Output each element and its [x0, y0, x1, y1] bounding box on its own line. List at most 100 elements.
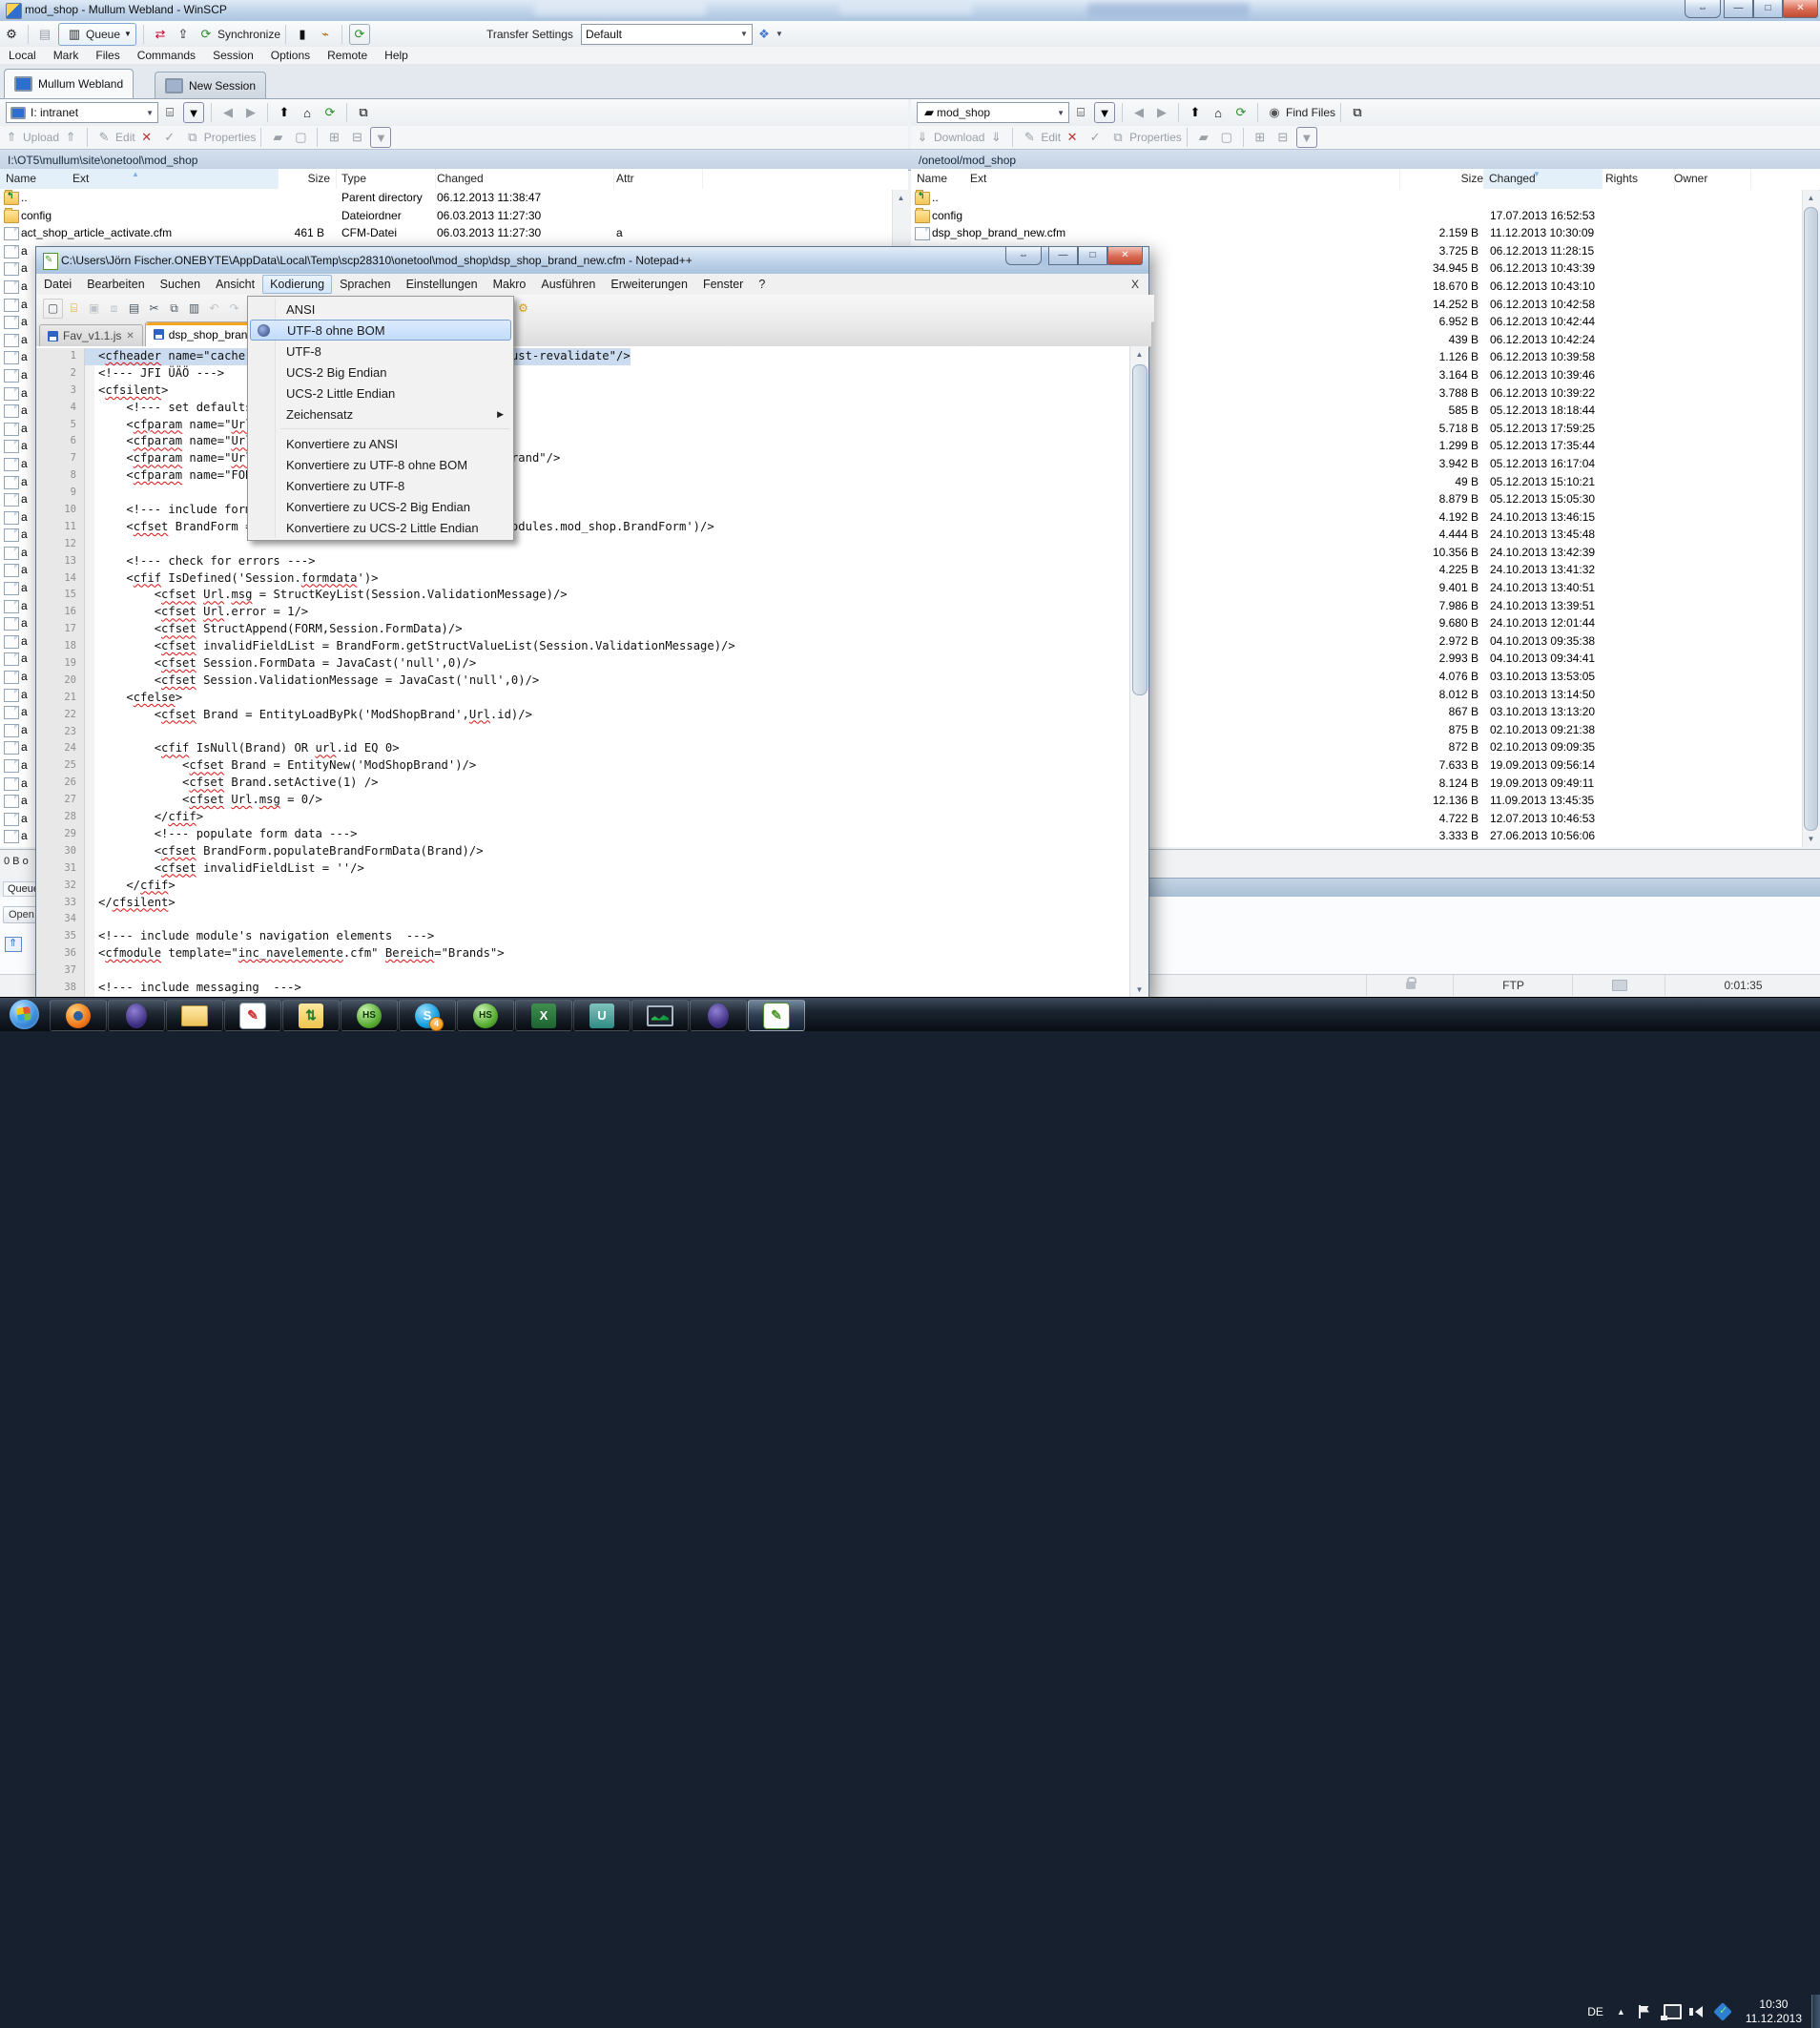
file-row[interactable]: configDateiordner06.03.2013 11:27:30	[0, 208, 892, 226]
code-line[interactable]: 26 <cfset Brand.setActive(1) />	[36, 775, 1129, 792]
forward-icon[interactable]	[1152, 103, 1171, 122]
scroll-up-icon[interactable]: ▲	[893, 190, 909, 206]
taskbar-button-skype[interactable]: S4	[399, 1000, 456, 1031]
chevron-down-icon[interactable]: ▼	[734, 30, 748, 38]
selection-filter-icon[interactable]	[1296, 127, 1317, 148]
menu-fenster[interactable]: Fenster	[695, 275, 751, 294]
chevron-down-icon[interactable]: ▼	[140, 109, 154, 117]
delete-icon[interactable]	[137, 128, 156, 147]
code-line[interactable]: 1<cfheader name="cache-control" value="n…	[36, 348, 1129, 365]
refresh-icon[interactable]	[1231, 103, 1251, 122]
close-button[interactable]: ✕	[1783, 0, 1818, 18]
code-line[interactable]: 7 <cfparam name="Url.navBereich" type="s…	[36, 450, 1129, 467]
maximize-button[interactable]: □	[1078, 247, 1107, 265]
preferences-icon[interactable]	[2, 25, 21, 44]
transfer-settings-combobox[interactable]: Default ▼	[581, 24, 753, 45]
menu-local[interactable]: Local	[0, 48, 45, 63]
scrollbar-thumb[interactable]	[1132, 364, 1148, 695]
file-row[interactable]: dsp_shop_brand_new.cfm2.159 B11.12.2013 …	[911, 225, 1802, 243]
edit-icon[interactable]	[1020, 128, 1039, 147]
code-line[interactable]: 12	[36, 536, 1129, 553]
encoding-item[interactable]: Konvertiere zu ANSI	[250, 433, 511, 454]
selection-filter-icon[interactable]	[370, 127, 391, 148]
sync-icon[interactable]	[196, 25, 216, 44]
session-tab-new-session[interactable]: New Session	[155, 72, 266, 98]
menu-erweiterungen[interactable]: Erweiterungen	[603, 275, 695, 294]
filter-icon[interactable]	[1094, 102, 1115, 123]
select-all-icon[interactable]	[324, 128, 343, 147]
taskbar-button-hs-app-2[interactable]: HS	[457, 1000, 514, 1031]
unselect-icon[interactable]	[347, 128, 366, 147]
encoding-item[interactable]: Konvertiere zu UCS-2 Big Endian	[250, 496, 511, 517]
column-header-size[interactable]: Size	[272, 169, 337, 189]
upload-mirror-icon[interactable]	[174, 25, 193, 44]
download-icon[interactable]	[913, 128, 932, 147]
column-header-ext[interactable]: Ext	[964, 169, 1400, 189]
column-header-name[interactable]: Name	[911, 169, 971, 189]
right-drive-combobox[interactable]: mod_shop ▼	[917, 102, 1069, 123]
column-header-changed[interactable]: Changed	[431, 169, 614, 189]
new-file-icon[interactable]	[291, 128, 310, 147]
chevron-down-icon[interactable]: ▼	[776, 30, 783, 38]
new-file-icon[interactable]	[43, 299, 63, 319]
taskbar-button-eclipse[interactable]	[108, 1000, 165, 1031]
rename-icon[interactable]	[160, 128, 179, 147]
rename-icon[interactable]	[1086, 128, 1105, 147]
code-line[interactable]: 11 <cfset BrandForm = CreateObject('comp…	[36, 519, 1129, 536]
taskbar-button-remote-monitor[interactable]	[631, 1000, 689, 1031]
code-line[interactable]: 29 <!--- populate form data --->	[36, 826, 1129, 843]
encoding-item[interactable]: Konvertiere zu UTF-8	[250, 475, 511, 496]
menu-sprachen[interactable]: Sprachen	[332, 275, 399, 294]
code-line[interactable]: 24 <cfif IsNull(Brand) OR url.id EQ 0>	[36, 740, 1129, 757]
menu-suchen[interactable]: Suchen	[153, 275, 208, 294]
menu-help[interactable]: Help	[376, 48, 417, 63]
code-line[interactable]: 6 <cfparam name="Url.msg" type="string" …	[36, 433, 1129, 450]
column-header-ext[interactable]: Ext	[67, 169, 279, 189]
column-header-changed[interactable]: Changed	[1483, 169, 1603, 189]
menu-files[interactable]: Files	[87, 48, 128, 63]
tree-icon[interactable]	[354, 103, 373, 122]
volume-icon[interactable]	[1695, 2006, 1703, 2018]
code-line[interactable]: 18 <cfset invalidFieldList = BrandForm.g…	[36, 638, 1129, 655]
synchronize-label[interactable]: Synchronize	[217, 28, 280, 41]
download-alt-icon[interactable]	[986, 128, 1005, 147]
action-center-flag-icon[interactable]	[1639, 2005, 1650, 2018]
scrollbar-thumb[interactable]	[1804, 207, 1818, 831]
edit-label[interactable]: Edit	[1041, 131, 1061, 144]
column-header-type[interactable]: Type	[336, 169, 436, 189]
right-list-scrollbar[interactable]: ▲ ▼	[1802, 190, 1819, 847]
properties-label[interactable]: Properties	[1129, 131, 1182, 144]
code-line[interactable]: 13 <!--- check for errors --->	[36, 553, 1129, 570]
menu-ansicht[interactable]: Ansicht	[208, 275, 262, 294]
cut-icon[interactable]	[145, 300, 163, 318]
scroll-up-icon[interactable]: ▲	[1130, 346, 1148, 362]
parent-directory-icon[interactable]	[1186, 103, 1205, 122]
column-header-size[interactable]: Size	[1394, 169, 1490, 189]
upload-icon[interactable]	[2, 128, 21, 147]
menu-ausfhren[interactable]: Ausführen	[533, 275, 603, 294]
editor-scrollbar[interactable]: ▲ ▼	[1129, 346, 1148, 998]
menu-kodierung[interactable]: Kodierung	[262, 275, 332, 294]
download-label[interactable]: Download	[934, 131, 984, 144]
shell-icon[interactable]	[316, 25, 335, 44]
code-line[interactable]: 16 <cfset Url.error = 1/>	[36, 604, 1129, 621]
code-line[interactable]: 8 <cfparam name="FORM.submitted" default…	[36, 467, 1129, 485]
close-button[interactable]: ✕	[1107, 247, 1143, 265]
save-icon[interactable]	[85, 300, 103, 318]
encoding-item[interactable]: UTF-8	[250, 341, 511, 362]
properties-label[interactable]: Properties	[204, 131, 257, 144]
code-line[interactable]: 27 <cfset Url.msg = 0/>	[36, 792, 1129, 809]
encoding-item[interactable]: UTF-8 ohne BOM	[250, 320, 511, 341]
menu-einstellungen[interactable]: Einstellungen	[399, 275, 486, 294]
code-line[interactable]: 33</cfsilent>	[36, 895, 1129, 912]
taskbar-button-firefox[interactable]	[50, 1000, 107, 1031]
menu-datei[interactable]: Datei	[36, 275, 79, 294]
column-header-rights[interactable]: Rights	[1600, 169, 1675, 189]
code-line[interactable]: 28 </cfif>	[36, 809, 1129, 826]
minimize-button[interactable]: —	[1048, 247, 1078, 265]
code-line[interactable]: 19 <cfset Session.FormData = JavaCast('n…	[36, 655, 1129, 673]
taskbar-button-eclipse-2[interactable]	[690, 1000, 747, 1031]
language-indicator[interactable]: DE	[1587, 2005, 1603, 2018]
save-all-icon[interactable]	[105, 300, 123, 318]
taskbar-button-explorer[interactable]	[166, 1000, 223, 1031]
